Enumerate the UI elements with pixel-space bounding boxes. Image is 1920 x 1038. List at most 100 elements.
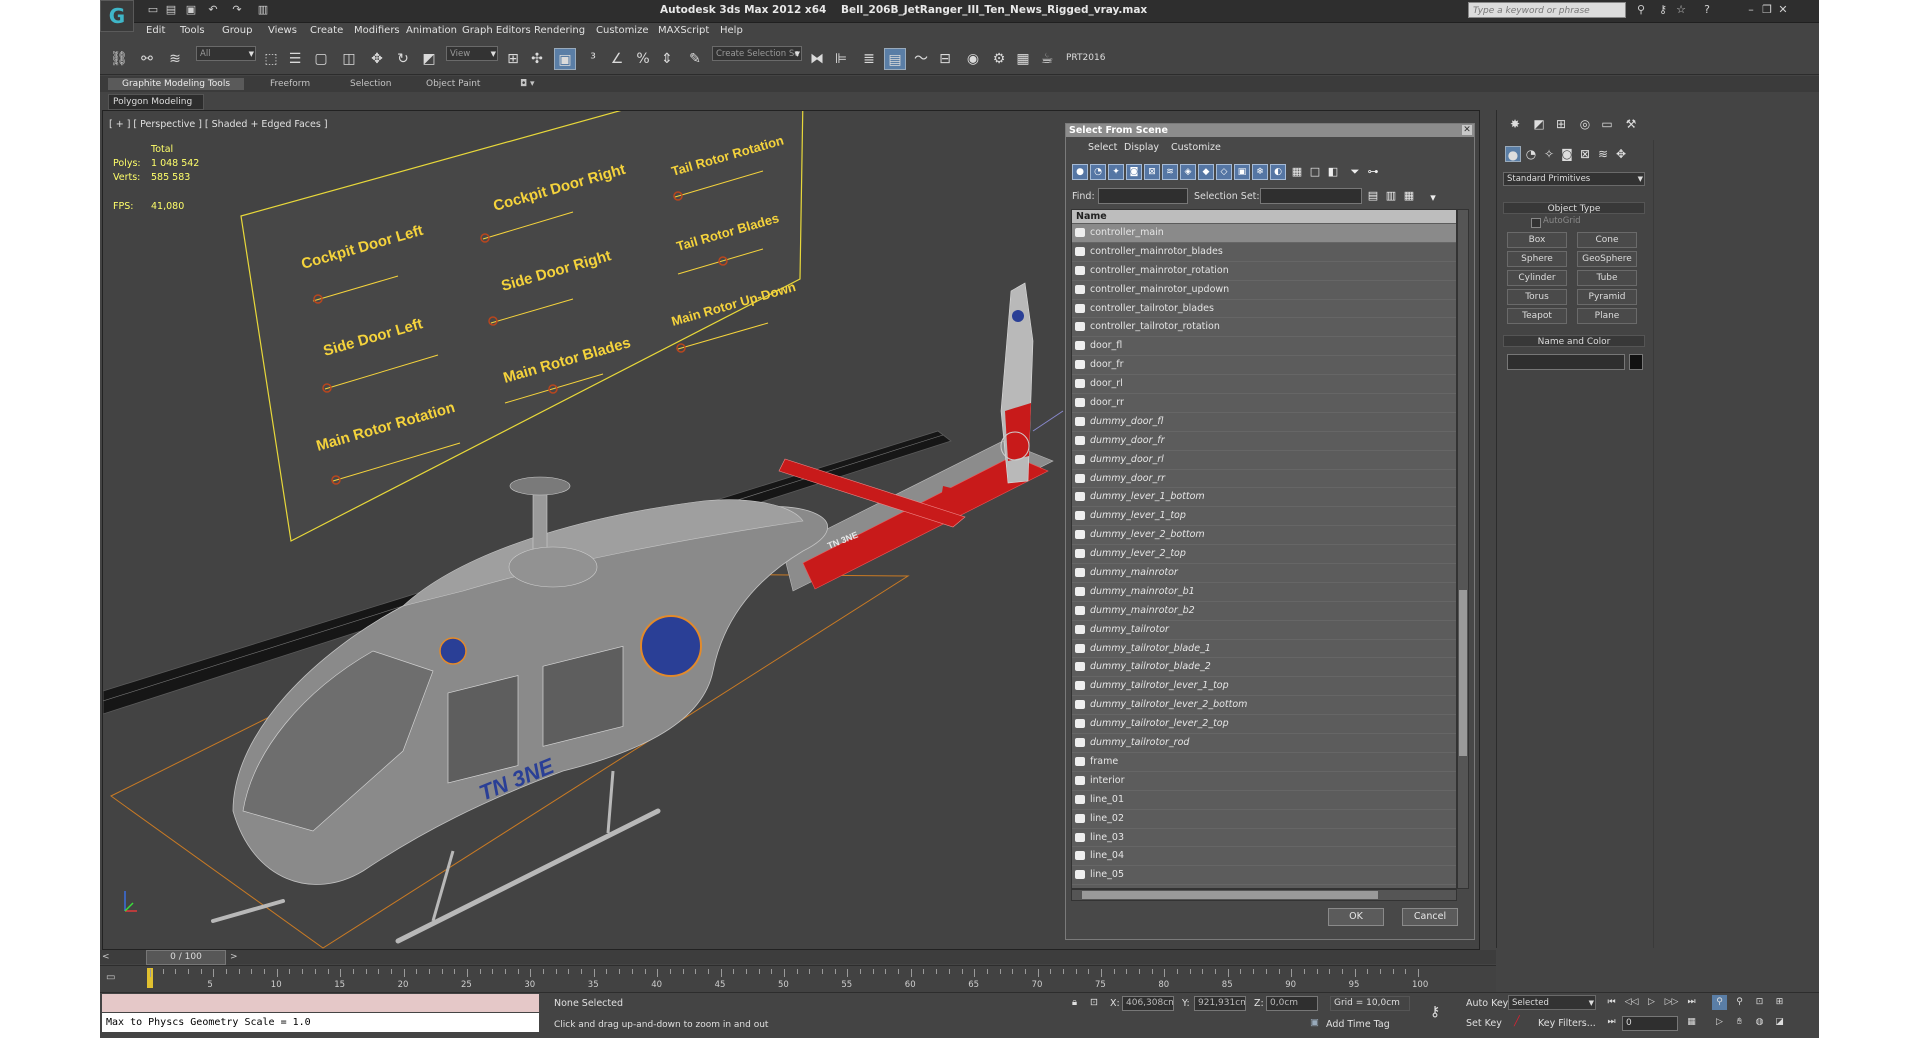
material-editor-icon[interactable]: ◉ <box>962 48 984 70</box>
spinner-snap-icon[interactable]: ⇕ <box>656 48 678 70</box>
tab-object-paint[interactable]: Object Paint <box>426 79 480 89</box>
bind-space-warp-icon[interactable]: ≋ <box>164 48 186 70</box>
keyboard-shortcut-override-icon[interactable]: ▣ <box>554 48 576 70</box>
named-selection-dropdown[interactable]: Create Selection Se <box>712 46 802 61</box>
open-file-icon[interactable]: ▤ <box>164 3 178 17</box>
filter-geometry-icon[interactable]: ● <box>1072 164 1088 180</box>
zoom-extents-icon[interactable]: ⊡ <box>1752 995 1767 1010</box>
tab-selection[interactable]: Selection <box>350 79 391 89</box>
shapes-category-icon[interactable]: ◔ <box>1523 146 1539 162</box>
pivot-center-icon[interactable]: ⊞ <box>502 48 524 70</box>
time-next-icon[interactable]: > <box>230 952 238 962</box>
lights-category-icon[interactable]: ✧ <box>1541 146 1557 162</box>
cylinder-button[interactable]: Cylinder <box>1507 270 1567 286</box>
zoom-icon[interactable]: ⚲ <box>1712 995 1727 1010</box>
menu-help[interactable]: Help <box>720 25 743 36</box>
play-icon[interactable]: ▷ <box>1644 995 1659 1010</box>
rendered-frame-window-icon[interactable]: ▦ <box>1012 48 1034 70</box>
list-item[interactable]: dummy_tailrotor_rod <box>1072 734 1456 753</box>
list-vertical-thumb[interactable] <box>1459 590 1467 756</box>
sets-remove-icon[interactable]: ▦ <box>1402 188 1416 204</box>
next-frame-icon[interactable]: ▷▷ <box>1664 995 1679 1010</box>
star-icon[interactable]: ☆ <box>1674 3 1688 17</box>
sphere-button[interactable]: Sphere <box>1507 251 1567 267</box>
menu-tools[interactable]: Tools <box>180 25 205 36</box>
select-none-icon[interactable]: □ <box>1308 164 1322 180</box>
list-item[interactable]: controller_main <box>1072 224 1456 243</box>
menu-create[interactable]: Create <box>310 25 343 36</box>
mini-curve-editor-icon[interactable]: ▭ <box>106 972 120 984</box>
list-item[interactable]: dummy_door_rl <box>1072 451 1456 470</box>
key-icon[interactable]: ⚷ <box>1656 3 1670 17</box>
set-key-icon[interactable]: ⚷ <box>1430 1004 1440 1020</box>
selection-set-dropdown[interactable] <box>1260 188 1362 204</box>
list-item[interactable]: dummy_tailrotor_blade_2 <box>1072 658 1456 678</box>
list-item[interactable]: dummy_lever_1_top <box>1072 507 1456 527</box>
list-item[interactable]: dummy_mainrotor_b2 <box>1072 602 1456 621</box>
menu-customize[interactable]: Customize <box>596 25 649 36</box>
list-item[interactable]: door_rl <box>1072 375 1456 395</box>
dialog-close-icon[interactable]: ✕ <box>1462 125 1472 135</box>
lock-selection-icon[interactable]: 🔒︎ <box>1072 997 1077 1008</box>
time-prev-icon[interactable]: < <box>102 952 110 962</box>
rectangle-selection-icon[interactable]: ▢ <box>310 48 332 70</box>
list-vertical-scrollbar[interactable] <box>1457 209 1469 889</box>
list-item[interactable]: door_fl <box>1072 337 1456 357</box>
help-icon[interactable]: ? <box>1700 3 1714 17</box>
filter-bones-icon[interactable]: ◇ <box>1216 164 1232 180</box>
dialog-menu-customize[interactable]: Customize <box>1171 142 1221 153</box>
filter-cameras-icon[interactable]: ◙ <box>1126 164 1142 180</box>
pan-icon[interactable]: ✋︎ <box>1732 1015 1747 1030</box>
dialog-menu-select[interactable]: Select <box>1088 142 1117 153</box>
restore-icon[interactable]: ❐ <box>1760 3 1774 17</box>
menu-animation[interactable]: Animation <box>406 25 457 36</box>
filter-groups-icon[interactable]: ◈ <box>1180 164 1196 180</box>
sets-add-icon[interactable]: ▥ <box>1384 188 1398 204</box>
angle-snap-icon[interactable]: ∠ <box>606 48 628 70</box>
object-color-swatch[interactable] <box>1629 354 1643 370</box>
auto-key-button[interactable]: Auto Key <box>1466 998 1508 1009</box>
spacewarps-category-icon[interactable]: ≋ <box>1595 146 1611 162</box>
viewport-label[interactable]: [ + ] [ Perspective ] [ Shaded + Edged F… <box>109 119 328 130</box>
project-folder-icon[interactable]: ▥ <box>256 3 270 17</box>
ribbon-options-icon[interactable]: ◘ ▾ <box>520 79 535 89</box>
list-item[interactable]: dummy_lever_2_bottom <box>1072 526 1456 546</box>
filter-helpers-icon[interactable]: ⊠ <box>1144 164 1160 180</box>
z-coordinate-field[interactable]: 0,0cm <box>1266 996 1318 1011</box>
frame-counter[interactable]: 0 / 100 <box>146 950 226 965</box>
menu-edit[interactable]: Edit <box>146 25 165 36</box>
new-file-icon[interactable]: ▭ <box>146 3 160 17</box>
object-name-input[interactable] <box>1507 354 1625 370</box>
key-mode-dropdown[interactable]: Selected <box>1508 995 1596 1010</box>
list-item[interactable]: controller_tailrotor_rotation <box>1072 318 1456 338</box>
link-icon[interactable]: ⛓ <box>108 48 130 70</box>
window-crossing-icon[interactable]: ◫ <box>338 48 360 70</box>
goto-start-icon[interactable]: ⏮ <box>1604 995 1619 1010</box>
hierarchy-tab-icon[interactable]: ⊞ <box>1553 116 1569 132</box>
scene-object-list[interactable]: Name controller_main controller_mainrotor… <box>1071 209 1457 889</box>
list-item[interactable]: controller_mainrotor_rotation <box>1072 262 1456 281</box>
list-item[interactable]: controller_mainrotor_updown <box>1072 281 1456 300</box>
options-chevron-icon[interactable]: ▾ <box>1426 190 1440 206</box>
display-tab-icon[interactable]: ▭ <box>1599 116 1615 132</box>
render-setup-icon[interactable]: ⚙ <box>988 48 1010 70</box>
object-type-rollout[interactable]: Object Type <box>1503 202 1645 214</box>
binoculars-icon[interactable]: ⚲ <box>1634 3 1648 17</box>
list-item[interactable]: line_01 <box>1072 791 1456 810</box>
list-item[interactable]: line_05 <box>1072 866 1456 886</box>
filter-shapes-icon[interactable]: ◔ <box>1090 164 1106 180</box>
maxscript-listener-mini[interactable] <box>102 994 539 1012</box>
goto-end-icon[interactable]: ⏭ <box>1684 995 1699 1010</box>
filter-spacewarps-icon[interactable]: ≋ <box>1162 164 1178 180</box>
move-icon[interactable]: ✥ <box>366 48 388 70</box>
y-coordinate-field[interactable]: 921,931cm <box>1194 996 1246 1011</box>
systems-category-icon[interactable]: ✥ <box>1613 146 1629 162</box>
utilities-tab-icon[interactable]: ⚒ <box>1623 116 1639 132</box>
select-manipulate-icon[interactable]: ✣ <box>526 48 548 70</box>
filter-hidden-icon[interactable]: ◐ <box>1270 164 1286 180</box>
plugin-label[interactable]: PRT2016 <box>1066 53 1105 63</box>
time-tag-icon[interactable]: ▣ <box>1310 1017 1319 1028</box>
cone-button[interactable]: Cone <box>1577 232 1637 248</box>
list-item[interactable]: interior <box>1072 772 1456 791</box>
list-item[interactable]: dummy_mainrotor_b1 <box>1072 583 1456 602</box>
